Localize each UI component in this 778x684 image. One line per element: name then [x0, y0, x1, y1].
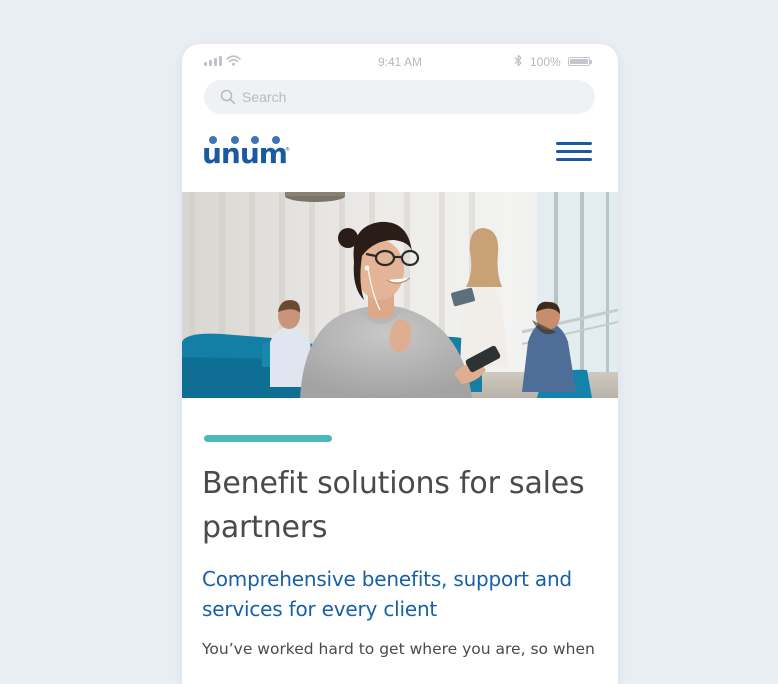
logo-registered-mark: ®: [285, 147, 290, 153]
hero-image: [182, 192, 618, 398]
accent-bar: [204, 435, 332, 442]
intro-paragraph: You’ve worked hard to get where you are,…: [202, 640, 595, 658]
page-subheadline: Comprehensive benefits, support and serv…: [202, 567, 572, 621]
battery-icon: [568, 57, 592, 66]
status-bar: 9:41 AM 100%: [182, 44, 618, 80]
search-bar[interactable]: [204, 80, 595, 114]
search-icon: [220, 89, 236, 105]
bluetooth-icon: [514, 54, 522, 67]
battery-percentage: 100%: [530, 55, 561, 69]
unum-logo[interactable]: unum ®: [202, 134, 292, 174]
hamburger-menu-icon[interactable]: [556, 142, 594, 164]
logo-wordmark: unum: [202, 137, 288, 170]
page-headline: Benefit solutions for sales partners: [202, 466, 585, 545]
search-input[interactable]: [242, 89, 562, 105]
phone-frame: 9:41 AM 100% unum ®: [182, 44, 618, 684]
